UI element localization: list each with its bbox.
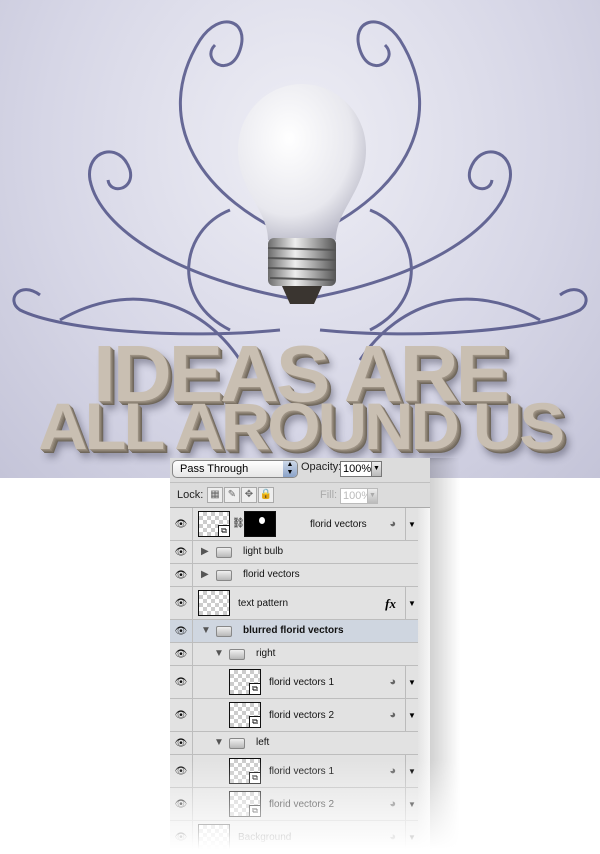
folder-icon [229,648,245,660]
layer-row[interactable]: 👁 ▼ right [170,643,418,666]
layer-name: text pattern [238,597,289,609]
folder-icon [216,625,232,637]
layer-thumbnail: ⧉ [198,511,230,537]
triangle-down-icon[interactable]: ▼ [214,648,224,659]
layers-scrollbar[interactable] [418,508,430,854]
lock-label: Lock: [177,489,204,501]
eye-icon[interactable]: 👁 [170,821,193,853]
expand-arrow-icon[interactable]: ▼ [405,755,418,787]
layer-name: florid vectors 1 [269,676,335,688]
smart-object-icon: ⧉ [249,805,260,816]
layer-row[interactable]: 👁 ▶ light bulb [170,541,418,564]
triangle-right-icon[interactable]: ▶ [201,569,209,580]
expand-arrow-icon[interactable]: ▼ [405,587,418,619]
layer-name: Background [238,831,292,843]
layer-name: blurred florid vectors [243,624,344,636]
expand-arrow-icon[interactable]: ▼ [405,666,418,698]
layer-row[interactable]: 👁 text pattern fx ▼ [170,587,418,620]
layer-name: left [256,736,270,748]
smart-object-icon: ⧉ [249,683,260,694]
eye-icon[interactable]: 👁 [170,666,193,698]
expand-arrow-icon[interactable]: ▼ [405,508,418,540]
eye-icon[interactable]: 👁 [170,643,193,665]
fill-label: Fill: [320,489,338,501]
eye-icon[interactable]: 👁 [170,699,193,731]
lock-brush-icon[interactable]: ✎ [224,487,240,503]
blend-mode-value: Pass Through [180,463,249,475]
layer-name: florid vectors 1 [269,765,335,777]
artwork-canvas: IDEAS ARE ALL AROUND US [0,0,600,478]
layer-row[interactable]: 👁 ⧉ florid vectors 2 ◕ ▼ [170,788,418,821]
fx-icon[interactable]: fx [385,596,396,612]
layer-thumbnail: ⧉ [229,702,261,728]
layer-name: right [256,647,276,659]
layer-row[interactable]: 👁 ⧉ ⛓ florid vectors ◕ ▼ [170,508,418,541]
lock-move-icon[interactable]: ✥ [241,487,257,503]
layer-row[interactable]: 👁 ▼ blurred florid vectors [170,620,418,643]
eye-icon[interactable]: 👁 [170,587,193,619]
triangle-down-icon[interactable]: ▼ [201,625,211,636]
lock-all-icon[interactable]: 🔒 [258,487,274,503]
layer-row[interactable]: 👁 ⧉ florid vectors 1 ◕ ▼ [170,666,418,699]
smart-filter-icon: ◕ [389,517,396,530]
panel-shadow [430,458,460,854]
lock-bar: Lock: ▦ ✎ ✥ 🔒 Fill: 100% ▼ [170,483,430,508]
layer-name: florid vectors 2 [269,709,335,721]
opacity-label: Opacity: [301,461,342,473]
smart-object-icon: ⧉ [249,716,260,727]
layer-row[interactable]: 👁 ▼ left [170,732,418,755]
eye-icon[interactable]: 👁 [170,564,193,586]
eye-icon[interactable]: 👁 [170,755,193,787]
eye-icon[interactable]: 👁 [170,732,193,754]
smart-filter-icon: ◕ [389,764,396,777]
eye-icon[interactable]: 👁 [170,508,193,540]
fill-dropdown[interactable]: ▼ [367,488,378,504]
eye-icon[interactable]: 👁 [170,788,193,820]
layer-thumbnail [198,824,230,850]
layer-name: florid vectors [243,568,300,580]
lock-transparency-icon[interactable]: ▦ [207,487,223,503]
smart-filter-icon: ◕ [389,797,396,810]
layer-name: light bulb [243,545,284,557]
layer-thumbnail: ⧉ [229,791,261,817]
smart-object-icon: ⧉ [218,525,229,536]
layer-row[interactable]: 👁 Background ◕ ▼ [170,821,418,854]
smart-object-icon: ⧉ [249,772,260,783]
headline-line-2: ALL AROUND US [38,389,565,463]
folder-icon [216,546,232,558]
layer-name: florid vectors 2 [269,798,335,810]
fill-input[interactable]: 100% [340,488,371,504]
eye-icon[interactable]: 👁 [170,541,193,563]
expand-arrow-icon[interactable]: ▼ [405,821,418,853]
layer-options-bar: Pass Through ▲ ▼ Opacity: 100% ▼ [170,458,430,483]
folder-icon [216,569,232,581]
layer-name: florid vectors [310,518,367,530]
link-chain-icon[interactable]: ⛓ [232,518,245,529]
smart-filter-icon: ◕ [389,830,396,843]
layer-thumbnail: ⧉ [229,669,261,695]
expand-arrow-icon[interactable]: ▼ [405,699,418,731]
layer-row[interactable]: 👁 ⧉ florid vectors 2 ◕ ▼ [170,699,418,732]
updown-arrows-icon: ▲ ▼ [283,461,297,477]
layers-panel: Pass Through ▲ ▼ Opacity: 100% ▼ Lock: ▦ ✎… [170,458,430,854]
triangle-down-icon[interactable]: ▼ [214,737,224,748]
opacity-dropdown[interactable]: ▼ [371,461,382,477]
eye-icon[interactable]: 👁 [170,620,193,642]
opacity-input[interactable]: 100% [340,461,372,477]
layer-row[interactable]: 👁 ⧉ florid vectors 1 ◕ ▼ [170,755,418,788]
folder-icon [229,737,245,749]
smart-filter-icon: ◕ [389,708,396,721]
layer-mask-thumbnail[interactable] [244,511,276,537]
layer-thumbnail: ⧉ [229,758,261,784]
smart-filter-icon: ◕ [389,675,396,688]
layers-list: 👁 ⧉ ⛓ florid vectors ◕ ▼ 👁 ▶ light bulb 👁 ▶ florid … [170,508,418,854]
layer-row[interactable]: 👁 ▶ florid vectors [170,564,418,587]
layer-thumbnail [198,590,230,616]
triangle-right-icon[interactable]: ▶ [201,546,209,557]
blend-mode-select[interactable]: Pass Through ▲ ▼ [172,460,298,478]
expand-arrow-icon[interactable]: ▼ [405,788,418,820]
